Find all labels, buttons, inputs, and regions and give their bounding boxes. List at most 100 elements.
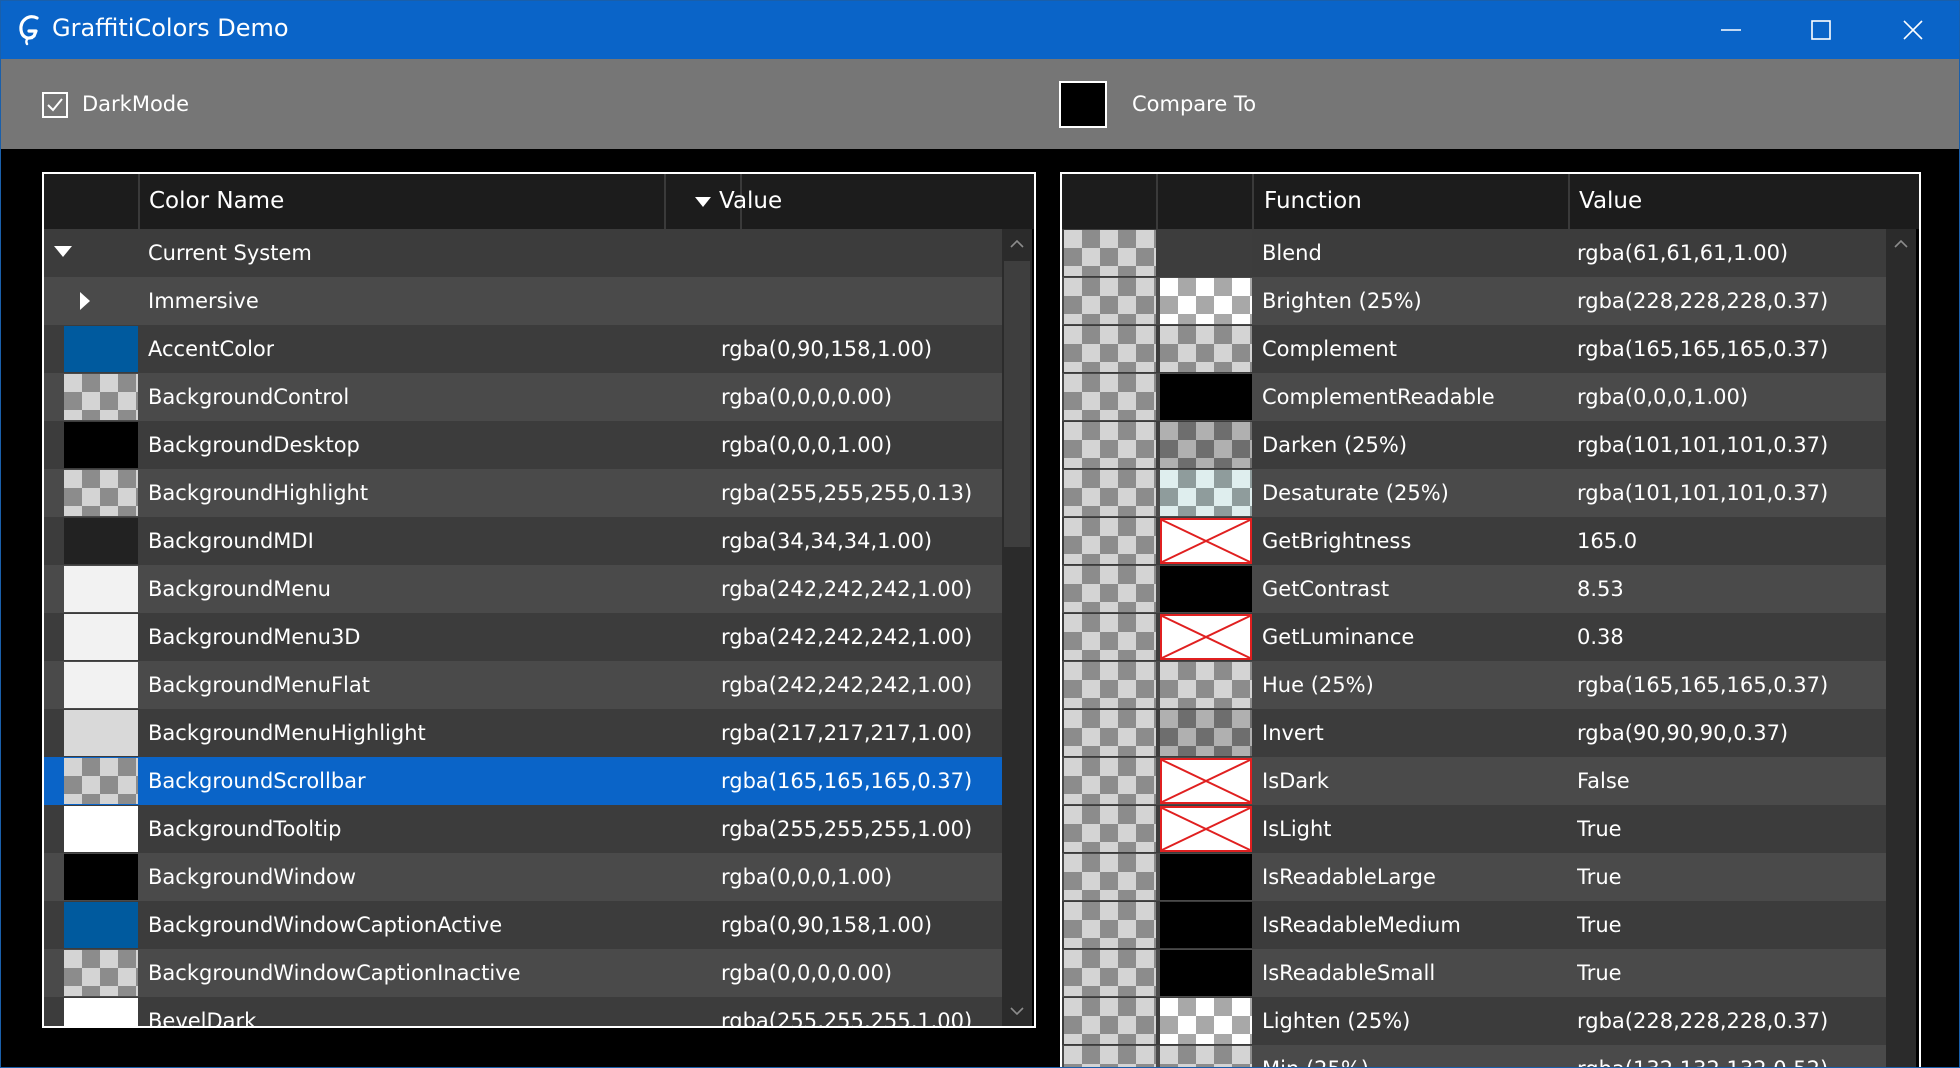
color-row[interactable]: BackgroundControl rgba(0,0,0,0.00) (44, 373, 1002, 421)
source-swatch (1064, 662, 1156, 708)
result-swatch (1160, 806, 1252, 852)
source-swatch (1064, 278, 1156, 324)
function-row[interactable]: Complement rgba(165,165,165,0.37) (1062, 325, 1886, 373)
column-header-value[interactable]: Value (1570, 174, 1642, 229)
color-row[interactable]: BackgroundWindowCaptionInactive rgba(0,0,… (44, 949, 1002, 997)
color-name-cell: BackgroundDesktop (148, 433, 360, 457)
column-header-value[interactable]: Value (710, 174, 782, 229)
right-vertical-scrollbar[interactable] (1886, 229, 1916, 1067)
color-row[interactable]: BackgroundMenuFlat rgba(242,242,242,1.00) (44, 661, 1002, 709)
title-bar[interactable]: GraffitiColors Demo (1, 1, 1959, 59)
color-swatch (64, 374, 138, 420)
color-swatch (64, 902, 138, 948)
function-value-cell: rgba(90,90,90,0.37) (1577, 721, 1789, 745)
toolbar (1, 59, 1959, 149)
function-name-cell: Darken (25%) (1262, 433, 1408, 457)
function-row[interactable]: GetLuminance 0.38 (1062, 613, 1886, 661)
maximize-button[interactable] (1775, 1, 1867, 59)
color-value-cell: rgba(0,90,158,1.00) (721, 913, 933, 937)
color-swatch (64, 950, 138, 996)
function-row[interactable]: Blend rgba(61,61,61,1.00) (1062, 229, 1886, 277)
function-name-cell: IsDark (1262, 769, 1329, 793)
color-row[interactable]: BackgroundMDI rgba(34,34,34,1.00) (44, 517, 1002, 565)
function-row[interactable]: IsReadableLarge True (1062, 853, 1886, 901)
group-row-immersive[interactable]: Immersive (44, 277, 1002, 325)
scroll-thumb[interactable] (1004, 261, 1030, 547)
source-swatch (1064, 230, 1156, 276)
scroll-down-button[interactable] (1002, 996, 1032, 1026)
function-row[interactable]: Desaturate (25%) rgba(101,101,101,0.37) (1062, 469, 1886, 517)
result-swatch (1160, 518, 1252, 564)
result-swatch (1160, 662, 1252, 708)
scroll-up-button[interactable] (1886, 229, 1916, 259)
color-row[interactable]: BevelDark rgba(255,255,255,1.00) (44, 997, 1002, 1026)
compare-color-button[interactable] (1059, 81, 1107, 128)
source-swatch (1064, 806, 1156, 852)
function-row[interactable]: GetBrightness 165.0 (1062, 517, 1886, 565)
function-name-cell: Min (25%) (1262, 1045, 1369, 1067)
source-swatch (1064, 470, 1156, 516)
result-swatch (1160, 374, 1252, 420)
color-row[interactable]: BackgroundHighlight rgba(255,255,255,0.13… (44, 469, 1002, 517)
color-value-cell: rgba(34,34,34,1.00) (721, 529, 933, 553)
color-value-cell: rgba(0,0,0,1.00) (721, 865, 893, 889)
color-swatch (64, 614, 138, 660)
color-row[interactable]: BackgroundDesktop rgba(0,0,0,1.00) (44, 421, 1002, 469)
scroll-up-button[interactable] (1002, 229, 1032, 259)
function-row[interactable]: Darken (25%) rgba(101,101,101,0.37) (1062, 421, 1886, 469)
group-label: Current System (148, 241, 312, 265)
function-value-cell: rgba(228,228,228,0.37) (1577, 289, 1829, 313)
result-swatch (1160, 470, 1252, 516)
source-swatch (1064, 374, 1156, 420)
color-row[interactable]: BackgroundWindowCaptionActive rgba(0,90,1… (44, 901, 1002, 949)
window-title: GraffitiColors Demo (52, 14, 289, 42)
expand-arrow-icon[interactable] (80, 292, 90, 310)
group-row-current-system[interactable]: Current System (44, 229, 1002, 277)
column-header-function[interactable]: Function (1255, 174, 1362, 229)
color-row[interactable]: BackgroundScrollbar rgba(165,165,165,0.37… (44, 757, 1002, 805)
function-value-cell: rgba(61,61,61,1.00) (1577, 241, 1789, 265)
function-grid: Function Value Blend rgba(61,61,61,1.00) B… (1060, 172, 1921, 1067)
color-name-cell: BackgroundTooltip (148, 817, 342, 841)
color-row[interactable]: BackgroundMenu rgba(242,242,242,1.00) (44, 565, 1002, 613)
column-header-color-name[interactable]: Color Name (140, 174, 284, 229)
source-swatch (1064, 614, 1156, 660)
color-swatch (64, 758, 138, 804)
function-value-cell: False (1577, 769, 1630, 793)
function-row[interactable]: ComplementReadable rgba(0,0,0,1.00) (1062, 373, 1886, 421)
color-row[interactable]: BackgroundWindow rgba(0,0,0,1.00) (44, 853, 1002, 901)
function-row[interactable]: IsReadableMedium True (1062, 901, 1886, 949)
function-row[interactable]: Hue (25%) rgba(165,165,165,0.37) (1062, 661, 1886, 709)
result-swatch (1160, 422, 1252, 468)
color-swatch (64, 518, 138, 564)
function-name-cell: ComplementReadable (1262, 385, 1495, 409)
chevron-up-icon (1010, 240, 1024, 248)
color-row[interactable]: BackgroundMenuHighlight rgba(217,217,217,… (44, 709, 1002, 757)
function-row[interactable]: IsReadableSmall True (1062, 949, 1886, 997)
color-name-cell: AccentColor (148, 337, 275, 361)
darkmode-label[interactable]: DarkMode (82, 92, 189, 116)
color-row[interactable]: BackgroundTooltip rgba(255,255,255,1.00) (44, 805, 1002, 853)
function-row[interactable]: IsLight True (1062, 805, 1886, 853)
minimize-button[interactable] (1685, 1, 1777, 59)
function-name-cell: GetLuminance (1262, 625, 1415, 649)
function-row[interactable]: GetContrast 8.53 (1062, 565, 1886, 613)
function-name-cell: Desaturate (25%) (1262, 481, 1449, 505)
function-row[interactable]: IsDark False (1062, 757, 1886, 805)
color-row[interactable]: AccentColor rgba(0,90,158,1.00) (44, 325, 1002, 373)
result-swatch (1160, 614, 1252, 660)
color-row[interactable]: BackgroundMenu3D rgba(242,242,242,1.00) (44, 613, 1002, 661)
color-name-cell: BackgroundWindowCaptionActive (148, 913, 503, 937)
source-swatch (1064, 518, 1156, 564)
function-value-cell: rgba(165,165,165,0.37) (1577, 337, 1829, 361)
column-separator (664, 174, 666, 229)
no-result-icon (1160, 806, 1252, 852)
close-button[interactable] (1867, 1, 1959, 59)
function-row[interactable]: Min (25%) rgba(132,132,132,0.52) (1062, 1045, 1886, 1067)
collapse-arrow-icon[interactable] (54, 246, 72, 258)
function-row[interactable]: Brighten (25%) rgba(228,228,228,0.37) (1062, 277, 1886, 325)
darkmode-checkbox[interactable] (42, 92, 68, 118)
left-vertical-scrollbar[interactable] (1002, 229, 1032, 1026)
function-row[interactable]: Invert rgba(90,90,90,0.37) (1062, 709, 1886, 757)
function-row[interactable]: Lighten (25%) rgba(228,228,228,0.37) (1062, 997, 1886, 1045)
